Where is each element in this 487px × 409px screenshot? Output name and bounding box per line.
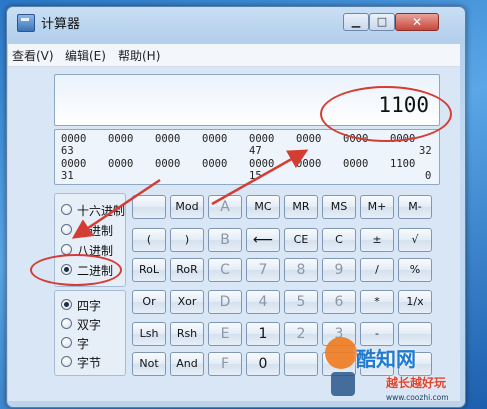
key-E[interactable]: E [208, 322, 242, 346]
key-8[interactable]: 8 [284, 258, 318, 282]
key-9[interactable]: 9 [322, 258, 356, 282]
key-MS[interactable]: MS [322, 195, 356, 219]
key-RoR[interactable]: RoR [170, 258, 204, 282]
annotation-ellipse [30, 254, 122, 286]
key-*[interactable]: * [360, 290, 394, 314]
key-A[interactable]: A [208, 195, 242, 219]
key-C[interactable]: C [322, 228, 356, 252]
key-Rsh[interactable]: Rsh [170, 322, 204, 346]
key-CE[interactable]: CE [284, 228, 318, 252]
key-And[interactable]: And [170, 352, 204, 376]
key-2[interactable]: 2 [284, 322, 318, 346]
key-Lsh[interactable]: Lsh [132, 322, 166, 346]
annotation-ellipse [320, 86, 452, 142]
watermark-title: 酷知网 [356, 347, 416, 371]
watermark-subtitle: 越长越好玩 [386, 376, 447, 390]
key-±[interactable]: ± [360, 228, 394, 252]
key-1[interactable]: 1 [246, 322, 280, 346]
key-MR[interactable]: MR [284, 195, 318, 219]
key-Or[interactable]: Or [132, 290, 166, 314]
key-1/x[interactable]: 1/x [398, 290, 432, 314]
watermark-url: www.coozhi.com [386, 393, 449, 402]
key-C[interactable]: C [208, 258, 242, 282]
key-Mod[interactable]: Mod [170, 195, 204, 219]
key-⟵[interactable]: ⟵ [246, 228, 280, 252]
key-0[interactable]: 0 [246, 352, 280, 376]
key-blank[interactable] [132, 195, 166, 219]
key-7[interactable]: 7 [246, 258, 280, 282]
key-M-[interactable]: M- [398, 195, 432, 219]
key-Not[interactable]: Not [132, 352, 166, 376]
watermark-logo-icon [325, 337, 357, 369]
key-√[interactable]: √ [398, 228, 432, 252]
key-Xor[interactable]: Xor [170, 290, 204, 314]
key-%[interactable]: % [398, 258, 432, 282]
key-/[interactable]: / [360, 258, 394, 282]
key-4[interactable]: 4 [246, 290, 280, 314]
key-blank[interactable] [284, 352, 318, 376]
key-5[interactable]: 5 [284, 290, 318, 314]
key-MC[interactable]: MC [246, 195, 280, 219]
key-D[interactable]: D [208, 290, 242, 314]
key-RoL[interactable]: RoL [132, 258, 166, 282]
watermark-wifi-icon [331, 372, 355, 396]
key-B[interactable]: B [208, 228, 242, 252]
key-M+[interactable]: M+ [360, 195, 394, 219]
key-)[interactable]: ) [170, 228, 204, 252]
key-6[interactable]: 6 [322, 290, 356, 314]
key-F[interactable]: F [208, 352, 242, 376]
key-([interactable]: ( [132, 228, 166, 252]
